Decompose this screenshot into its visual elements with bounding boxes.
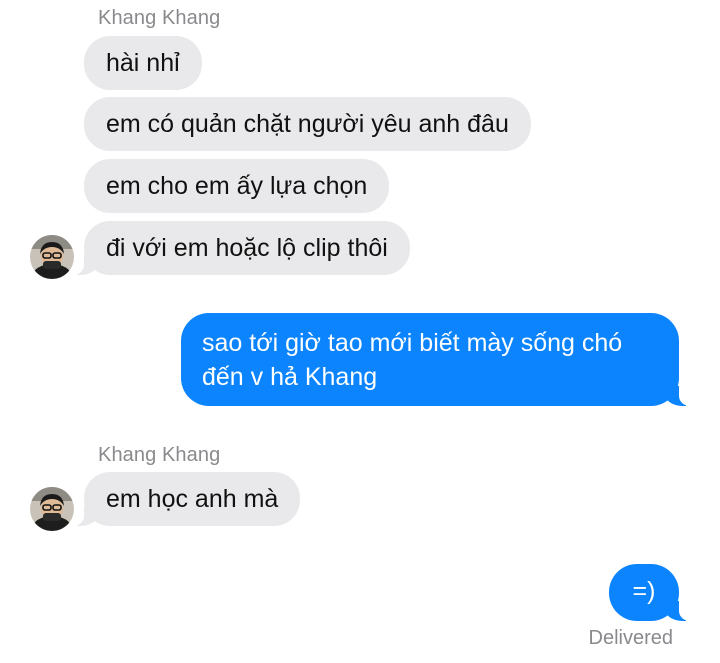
message-text: em học anh mà bbox=[106, 485, 279, 513]
outgoing-message[interactable]: =) bbox=[609, 564, 694, 621]
message-text: =) bbox=[632, 577, 656, 605]
incoming-message[interactable]: em có quản chặt người yêu anh đâu bbox=[84, 97, 531, 151]
bubble-tail bbox=[664, 601, 694, 621]
incoming-message[interactable]: hài nhỉ bbox=[84, 36, 202, 90]
message-text: hài nhỉ bbox=[106, 49, 180, 77]
incoming-message[interactable]: em học anh mà bbox=[69, 472, 301, 526]
message-text: đi với em hoặc lộ clip thôi bbox=[106, 234, 388, 262]
avatar-icon bbox=[30, 487, 74, 531]
avatar-icon bbox=[30, 235, 74, 279]
bubble-tail bbox=[69, 255, 99, 275]
sender-name: Khang Khang bbox=[98, 7, 221, 29]
sender-name: Khang Khang bbox=[98, 444, 221, 466]
incoming-message[interactable]: em cho em ấy lựa chọn bbox=[84, 159, 390, 213]
contact-avatar[interactable] bbox=[30, 235, 74, 279]
message-text: em cho em ấy lựa chọn bbox=[106, 172, 368, 200]
outgoing-message[interactable]: sao tới giờ tao mới biết mày sống chó đế… bbox=[181, 313, 694, 406]
bubble-tail bbox=[69, 506, 99, 526]
delivery-status: Delivered bbox=[588, 627, 673, 649]
message-text: em có quản chặt người yêu anh đâu bbox=[106, 110, 509, 138]
contact-avatar[interactable] bbox=[30, 487, 74, 531]
incoming-message[interactable]: đi với em hoặc lộ clip thôi bbox=[69, 221, 410, 275]
message-text: sao tới giờ tao mới biết mày sống chó đế… bbox=[202, 329, 623, 391]
bubble-tail bbox=[664, 386, 694, 406]
